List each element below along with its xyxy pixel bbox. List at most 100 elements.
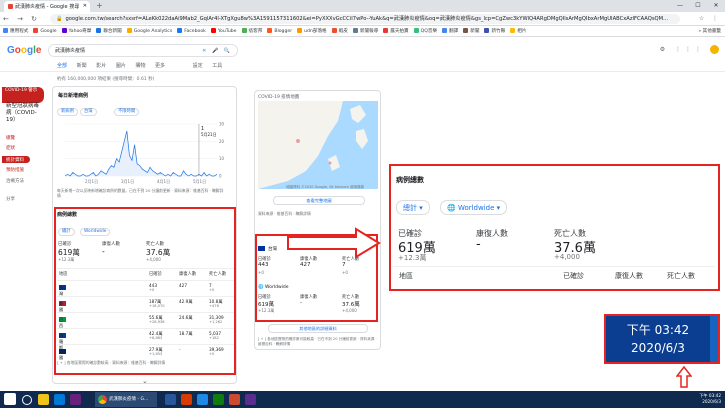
- pinned-app-icon[interactable]: [197, 394, 208, 405]
- bookmark-4[interactable]: Google Analytics: [126, 28, 173, 34]
- table-row[interactable]: 俄羅斯 42.4萬 +8,863 18.7萬 5,037 +182: [57, 328, 234, 350]
- table-row[interactable]: 美國 187萬 +18,070 42.9萬 10.8萬 +476: [57, 296, 234, 312]
- close-tab-icon[interactable]: ✕: [83, 3, 87, 9]
- sidebar-item-prevention[interactable]: 預防措施: [6, 167, 24, 173]
- y-tick-label: 30: [219, 122, 225, 127]
- zoom-column-header[interactable]: 地區: [399, 271, 413, 281]
- pinned-app-icon[interactable]: [229, 394, 240, 405]
- map-source[interactable]: 資料來源 · 維基百科 · 瞭解詳情: [258, 211, 311, 217]
- bookmark-icon: [267, 28, 273, 33]
- windows-start-icon[interactable]: [4, 393, 16, 405]
- worldwide-select[interactable]: Worldwide: [80, 228, 111, 236]
- sidebar-item-symptoms[interactable]: 症狀: [6, 145, 15, 151]
- expand-icon[interactable]: ⌄: [142, 377, 148, 385]
- bookmark-3[interactable]: 聯合新聞: [96, 28, 122, 34]
- search-input[interactable]: 武漢肺炎疫情 ✕ 🎤 🔍: [48, 44, 238, 57]
- tab-news[interactable]: 新聞: [77, 63, 87, 69]
- search-query: 武漢肺炎疫情: [55, 48, 86, 54]
- result-stats: 約有 160,000,000 項結果 (搜尋時間：0.61 秒): [57, 77, 155, 82]
- zoom-column-header[interactable]: 死亡人數: [667, 271, 695, 281]
- cell-value: -: [179, 347, 181, 352]
- other-bookmarks[interactable]: » 其他書籤: [698, 28, 721, 34]
- bookmark-11[interactable]: 新聞報導: [352, 28, 378, 34]
- bookmark-icon: [331, 28, 337, 33]
- bookmark-1[interactable]: Google: [33, 28, 57, 34]
- column-header[interactable]: 死亡人數: [209, 271, 226, 277]
- daily-cases-chart[interactable]: 01020302月1日 3月1日 4月1日 5月1日15月21日: [57, 118, 227, 186]
- pinned-app-icon[interactable]: [38, 394, 49, 405]
- minimize-button[interactable]: —: [671, 0, 689, 12]
- browser-menu-icons[interactable]: ☆ ⋮: [699, 15, 721, 22]
- bookmark-0[interactable]: 應用程式: [3, 28, 28, 34]
- close-window-button[interactable]: ✕: [707, 0, 725, 12]
- nav-buttons[interactable]: ← → ↻: [3, 15, 40, 23]
- bookmark-15[interactable]: 新聞: [463, 28, 479, 34]
- bookmark-13[interactable]: QQ音樂: [413, 28, 437, 34]
- bookmark-17[interactable]: 相片: [510, 28, 526, 34]
- maximize-button[interactable]: ☐: [689, 0, 707, 12]
- bookmark-6[interactable]: YouTube: [210, 28, 237, 34]
- sidebar-item-overview[interactable]: 總覽: [6, 135, 15, 141]
- column-header[interactable]: 康復人數: [179, 271, 196, 277]
- zoom-column-header[interactable]: 康復人數: [615, 271, 643, 281]
- tab-settings[interactable]: 設定: [193, 63, 203, 69]
- search-icons[interactable]: ✕ 🎤 🔍: [202, 47, 232, 55]
- browser-tab[interactable]: 武漢肺炎疫情 - Google 搜尋 ✕: [4, 1, 90, 12]
- tab-more[interactable]: 更多: [155, 63, 165, 69]
- zoom-worldwide-select[interactable]: 🌐 Worldwide ▾: [440, 200, 508, 215]
- table-row[interactable]: 英國 27.9萬 +1,653-39,369 +0: [57, 344, 234, 360]
- covid-map[interactable]: [258, 101, 378, 189]
- zoom-total-select[interactable]: 總計 ▾: [396, 200, 430, 215]
- pinned-app-icon[interactable]: [70, 394, 81, 405]
- pinned-app-icon[interactable]: [213, 394, 224, 405]
- tab-images[interactable]: 圖片: [116, 63, 126, 69]
- bookmark-label: Facebook: [184, 29, 206, 34]
- bookmark-2[interactable]: Yahoo奇摩: [61, 28, 91, 34]
- bookmark-12[interactable]: 露天拍賣: [383, 28, 409, 34]
- chrome-icon: [98, 395, 107, 404]
- tab-videos[interactable]: 影片: [96, 63, 106, 69]
- bookmark-8[interactable]: Blogger: [267, 28, 292, 34]
- tab-tools[interactable]: 工具: [212, 63, 222, 69]
- taskbar-chrome-app[interactable]: 武漢肺炎疫情 - G...: [95, 392, 157, 407]
- avatar[interactable]: [710, 45, 719, 54]
- column-header[interactable]: 已確診: [149, 271, 162, 277]
- pinned-app-icon[interactable]: [54, 394, 65, 405]
- bookmark-icon: [413, 28, 419, 33]
- search-icon[interactable]: [22, 395, 32, 405]
- address-bar[interactable]: 🔒 google.com.tw/search?sxsrf=ALeKk022daAi…: [50, 14, 680, 24]
- full-map-button[interactable]: 查看完整地圖: [273, 196, 365, 205]
- pinned-app-icon[interactable]: [245, 394, 256, 405]
- bookmark-10[interactable]: 蝦皮: [331, 28, 348, 34]
- table-row[interactable]: 巴西 55.6萬 +28,936 24.6萬 31,309 +1,262: [57, 312, 234, 328]
- bookmark-9[interactable]: udn部落格: [297, 28, 327, 34]
- column-header[interactable]: 地區: [59, 271, 68, 277]
- cell-value: 427: [179, 283, 187, 288]
- cell-change: +18,070: [149, 304, 165, 308]
- bookmark-5[interactable]: Facebook: [177, 28, 206, 34]
- bookmark-16[interactable]: 新竹縣: [484, 28, 505, 34]
- tab-shopping[interactable]: 購物: [135, 63, 145, 69]
- zoom-column-header[interactable]: 已確診: [563, 271, 584, 281]
- bookmark-7[interactable]: 痞客邦: [241, 28, 262, 34]
- bookmark-label: 聯合新聞: [103, 29, 122, 34]
- table-header: 地區 已確診 康復人數 死亡人數: [57, 268, 234, 278]
- cell-change: +28,936: [149, 320, 165, 324]
- share-link[interactable]: 分享: [6, 196, 15, 202]
- sidebar-item-treatment[interactable]: 治療方法: [6, 178, 24, 184]
- more-regions-button[interactable]: 其他地區的詳細資料: [268, 324, 368, 333]
- time-select[interactable]: 不限時間: [114, 108, 140, 116]
- bookmark-14[interactable]: 翻譯: [442, 28, 458, 34]
- pinned-app-icon[interactable]: [181, 394, 192, 405]
- metric-select[interactable]: 新病例: [57, 108, 78, 116]
- system-tray-clock[interactable]: 下午 03:42 2020/6/3: [699, 393, 721, 405]
- apps-icon[interactable]: ⚙ ⋮⋮⋮: [660, 46, 705, 53]
- total-select[interactable]: 總計: [58, 228, 75, 236]
- pinned-app-icon[interactable]: [165, 394, 176, 405]
- region-select[interactable]: 台灣: [80, 108, 97, 116]
- table-row[interactable]: 台灣 443 +0 427 7 +0: [57, 280, 234, 296]
- sidebar-item-statistics[interactable]: 統計資料: [2, 156, 30, 163]
- bookmark-label: Google Analytics: [133, 29, 173, 34]
- new-tab-button[interactable]: +: [95, 2, 104, 11]
- google-logo[interactable]: Google: [7, 45, 41, 56]
